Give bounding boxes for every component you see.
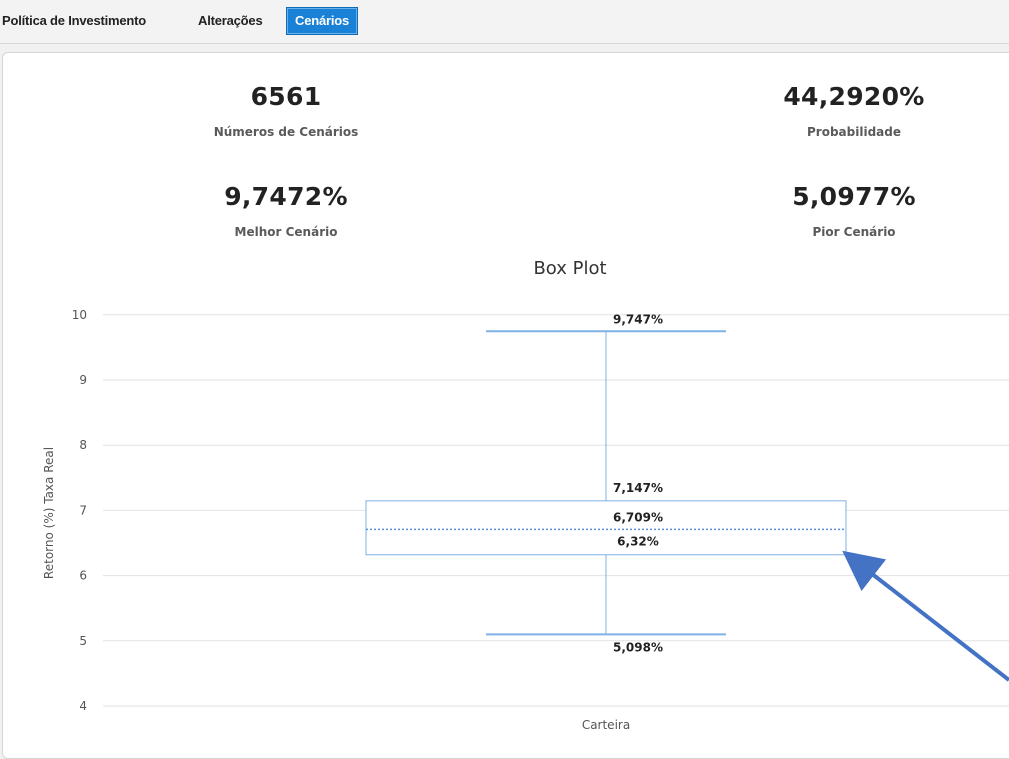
- annotation-arrow: [842, 550, 1009, 682]
- annotation-arrow-line: [842, 550, 1009, 682]
